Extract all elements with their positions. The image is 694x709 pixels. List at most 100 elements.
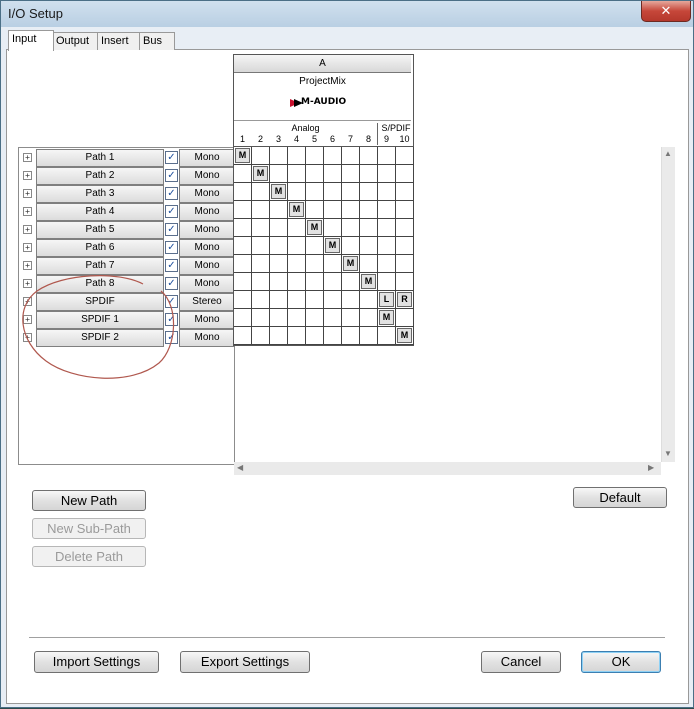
grid-cell[interactable] (270, 309, 288, 327)
grid-cell[interactable] (252, 237, 270, 255)
grid-cell[interactable] (378, 201, 396, 219)
grid-cell[interactable] (324, 273, 342, 291)
path-active-checkbox[interactable]: ✓ (165, 205, 178, 218)
grid-cell[interactable] (252, 219, 270, 237)
path-format-button[interactable]: Mono (179, 239, 235, 257)
grid-cell[interactable] (360, 291, 378, 309)
grid-cell[interactable] (234, 327, 252, 345)
route-marker[interactable]: M (397, 328, 412, 343)
grid-cell[interactable] (306, 273, 324, 291)
path-active-checkbox[interactable]: ✓ (165, 295, 178, 308)
grid-cell[interactable] (288, 327, 306, 345)
path-name-button[interactable]: Path 1 (36, 149, 164, 167)
grid-cell[interactable] (288, 291, 306, 309)
grid-cell[interactable] (342, 183, 360, 201)
path-format-button[interactable]: Mono (179, 311, 235, 329)
grid-cell[interactable] (324, 183, 342, 201)
grid-cell[interactable] (378, 219, 396, 237)
grid-cell[interactable] (396, 183, 414, 201)
delete-path-button[interactable]: Delete Path (32, 546, 146, 567)
path-name-button[interactable]: SPDIF 1 (36, 311, 164, 329)
grid-cell[interactable] (270, 219, 288, 237)
grid-cell[interactable] (270, 273, 288, 291)
grid-cell[interactable] (252, 183, 270, 201)
grid-cell[interactable] (270, 327, 288, 345)
scroll-left-icon[interactable]: ◀ (237, 463, 243, 472)
path-active-checkbox[interactable]: ✓ (165, 313, 178, 326)
route-marker[interactable]: M (289, 202, 304, 217)
grid-cell[interactable] (360, 219, 378, 237)
path-active-checkbox[interactable]: ✓ (165, 259, 178, 272)
scroll-down-icon[interactable]: ▼ (664, 449, 672, 458)
grid-cell[interactable] (270, 291, 288, 309)
import-settings-button[interactable]: Import Settings (34, 651, 159, 673)
tab-insert[interactable]: Insert (97, 32, 141, 50)
grid-cell[interactable] (252, 273, 270, 291)
grid-cell[interactable] (396, 309, 414, 327)
route-marker[interactable]: M (325, 238, 340, 253)
grid-cell[interactable] (360, 201, 378, 219)
route-marker[interactable]: L (379, 292, 394, 307)
expand-icon[interactable]: + (23, 171, 32, 180)
tab-input[interactable]: Input (8, 30, 54, 51)
grid-cell[interactable] (396, 201, 414, 219)
path-name-button[interactable]: Path 2 (36, 167, 164, 185)
scroll-right-icon[interactable]: ▶ (648, 463, 654, 472)
new-path-button[interactable]: New Path (32, 490, 146, 511)
export-settings-button[interactable]: Export Settings (180, 651, 310, 673)
grid-cell[interactable] (342, 327, 360, 345)
grid-cell[interactable] (270, 237, 288, 255)
path-name-button[interactable]: Path 3 (36, 185, 164, 203)
grid-cell[interactable] (342, 273, 360, 291)
path-active-checkbox[interactable]: ✓ (165, 241, 178, 254)
route-marker[interactable]: M (253, 166, 268, 181)
grid-cell[interactable] (342, 309, 360, 327)
grid-cell[interactable] (270, 165, 288, 183)
grid-cell[interactable] (378, 327, 396, 345)
grid-cell[interactable] (252, 201, 270, 219)
grid-cell[interactable] (324, 219, 342, 237)
grid-cell[interactable] (252, 147, 270, 165)
scroll-up-icon[interactable]: ▲ (664, 149, 672, 158)
grid-cell[interactable] (378, 255, 396, 273)
expand-icon[interactable]: + (23, 333, 32, 342)
grid-cell[interactable] (270, 147, 288, 165)
path-format-button[interactable]: Mono (179, 257, 235, 275)
grid-cell[interactable] (288, 183, 306, 201)
grid-cell[interactable] (234, 309, 252, 327)
grid-cell[interactable] (324, 201, 342, 219)
grid-cell[interactable] (360, 309, 378, 327)
grid-cell[interactable] (378, 147, 396, 165)
grid-cell[interactable] (360, 165, 378, 183)
grid-cell[interactable] (288, 219, 306, 237)
grid-cell[interactable] (234, 165, 252, 183)
path-active-checkbox[interactable]: ✓ (165, 223, 178, 236)
route-marker[interactable]: M (361, 274, 376, 289)
expand-icon[interactable]: + (23, 153, 32, 162)
grid-cell[interactable] (396, 255, 414, 273)
grid-cell[interactable] (234, 219, 252, 237)
path-format-button[interactable]: Mono (179, 275, 235, 293)
grid-cell[interactable] (252, 309, 270, 327)
path-format-button[interactable]: Mono (179, 185, 235, 203)
grid-cell[interactable] (306, 309, 324, 327)
grid-cell[interactable] (324, 165, 342, 183)
tab-bus[interactable]: Bus (139, 32, 175, 50)
expand-icon[interactable]: + (23, 279, 32, 288)
route-marker[interactable]: M (343, 256, 358, 271)
grid-cell[interactable] (288, 273, 306, 291)
grid-cell[interactable] (252, 255, 270, 273)
grid-cell[interactable] (396, 147, 414, 165)
grid-cell[interactable] (234, 255, 252, 273)
grid-cell[interactable] (342, 201, 360, 219)
route-marker[interactable]: R (397, 292, 412, 307)
grid-cell[interactable] (306, 201, 324, 219)
grid-cell[interactable] (378, 165, 396, 183)
ok-button[interactable]: OK (581, 651, 661, 673)
grid-cell[interactable] (252, 327, 270, 345)
grid-cell[interactable] (360, 237, 378, 255)
path-active-checkbox[interactable]: ✓ (165, 277, 178, 290)
grid-cell[interactable] (378, 183, 396, 201)
path-format-button[interactable]: Mono (179, 167, 235, 185)
cancel-button[interactable]: Cancel (481, 651, 561, 673)
